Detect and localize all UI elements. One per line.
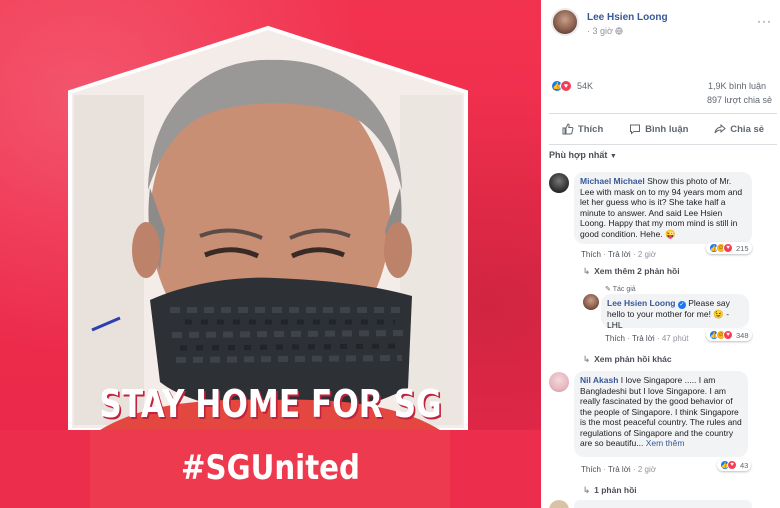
comment-label: Bình luận — [645, 123, 689, 135]
globe-icon — [615, 26, 624, 36]
reaction-summary[interactable]: 👍 ♥ 54K 1,9K bình luận — [549, 80, 774, 94]
reply-like-link[interactable]: Thích — [605, 334, 625, 343]
reply-arrow-icon: ↳ — [583, 354, 591, 364]
love-reaction-icon: ♥ — [560, 80, 572, 92]
divider — [549, 113, 777, 114]
reply-reactions[interactable]: 👍 ☺ ♥ 348 — [706, 329, 752, 341]
reaction-count[interactable]: 54K — [577, 81, 593, 91]
comment-button[interactable]: Bình luận — [629, 123, 688, 135]
comment-reactions[interactable]: 👍 ♥ 43 — [717, 459, 752, 471]
love-reaction-icon: ♥ — [723, 243, 733, 253]
author-avatar[interactable] — [551, 8, 579, 36]
caret-down-icon: ▼ — [609, 153, 617, 160]
post-sidebar: Lee Hsien Loong · 3 giờ ··· 👍 ♥ 54K 1,9K… — [541, 0, 780, 508]
pencil-icon: ✎ — [605, 286, 611, 293]
share-label: Chia sẻ — [730, 123, 765, 135]
comment-reply-link[interactable]: Trả lời — [608, 250, 631, 259]
reply-reply-link[interactable]: Trả lời — [632, 334, 655, 343]
like-button[interactable]: Thích — [562, 123, 603, 135]
shares-count[interactable]: 897 lượt chia sẻ — [707, 95, 772, 105]
replies-label: 1 phản hồi — [594, 485, 637, 495]
view-more-replies-link[interactable]: ↳ Xem thêm 2 phản hồi — [583, 266, 680, 277]
sort-label: Phù hợp nhất — [549, 150, 608, 160]
headline-text: STAY HOME FOR SG — [99, 382, 442, 426]
reply-arrow-icon: ↳ — [583, 485, 591, 495]
author-badge: ✎ Tác giả — [605, 285, 636, 293]
house-frame-graphic — [0, 25, 541, 508]
commenter-name[interactable]: Michael Michael — [580, 176, 645, 186]
commenter-avatar[interactable] — [549, 500, 569, 508]
comment-bubble: Michael Michael Show this photo of Mr. L… — [574, 172, 752, 244]
hashtag-text: #SGUnited — [181, 448, 360, 488]
comments-count[interactable]: 1,9K bình luận — [708, 81, 766, 91]
commenter-avatar[interactable] — [549, 372, 569, 392]
divider — [549, 144, 777, 145]
reply-author-avatar[interactable] — [583, 294, 599, 310]
reply-time[interactable]: 47 phút — [662, 334, 689, 343]
comment-bubble: Nil Akash I love Singapore ..... I am Ba… — [574, 371, 748, 457]
comment-reaction-count: 43 — [740, 460, 749, 470]
replies-link[interactable]: ↳ 1 phản hồi — [583, 485, 637, 496]
reply-author-name[interactable]: Lee Hsien Loong — [607, 298, 675, 308]
comment-time[interactable]: 2 giờ — [638, 465, 656, 474]
post-photo[interactable]: STAY HOME FOR SG #SGUnited — [0, 0, 541, 508]
love-reaction-icon: ♥ — [727, 460, 737, 470]
share-button[interactable]: Chia sẻ — [714, 123, 764, 135]
more-dots-icon[interactable]: ··· — [757, 14, 772, 28]
author-name[interactable]: Lee Hsien Loong — [587, 12, 668, 23]
comment-meta: Thích · Trả lời · 2 giờ — [581, 465, 656, 474]
see-more-link[interactable]: Xem thêm — [646, 438, 685, 448]
post-time[interactable]: 3 giờ — [593, 26, 613, 36]
reply-reaction-count: 348 — [736, 330, 749, 340]
view-other-replies-link[interactable]: ↳ Xem phản hồi khác — [583, 354, 672, 365]
comment-bubble — [574, 500, 752, 508]
comment-meta: Thích · Trả lời · 2 giờ — [581, 250, 656, 259]
comment-like-link[interactable]: Thích — [581, 465, 601, 474]
comment-like-link[interactable]: Thích — [581, 250, 601, 259]
comment-icon — [630, 124, 641, 135]
post-actions: Thích Bình luận Chia sẻ — [549, 120, 777, 138]
comment-reply-link[interactable]: Trả lời — [608, 465, 631, 474]
comment-sort-dropdown[interactable]: Phù hợp nhất ▼ — [549, 150, 617, 160]
author-badge-label: Tác giả — [612, 286, 636, 293]
comment-time[interactable]: 2 giờ — [638, 250, 656, 259]
commenter-name[interactable]: Nil Akash — [580, 375, 618, 385]
reply-bubble: Lee Hsien Loong ✓ Please say hello to yo… — [601, 294, 749, 330]
share-icon — [714, 123, 727, 134]
view-other-replies-label: Xem phản hồi khác — [594, 354, 672, 364]
commenter-avatar[interactable] — [549, 173, 569, 193]
post-header: Lee Hsien Loong · 3 giờ ··· — [551, 8, 776, 40]
comment-reactions[interactable]: 👍 ☺ ♥ 215 — [706, 242, 752, 254]
post-meta: · 3 giờ — [587, 26, 624, 36]
like-label: Thích — [577, 123, 604, 135]
reply-meta: Thích · Trả lời · 47 phút — [605, 334, 689, 343]
reaction-icons: 👍 ♥ — [551, 80, 572, 92]
thumbs-up-icon — [562, 123, 574, 135]
comment-reaction-count: 215 — [736, 243, 749, 253]
verified-icon: ✓ — [677, 301, 686, 309]
reply-arrow-icon: ↳ — [583, 266, 591, 276]
love-reaction-icon: ♥ — [723, 330, 733, 340]
view-more-replies-label: Xem thêm 2 phản hồi — [594, 266, 680, 276]
